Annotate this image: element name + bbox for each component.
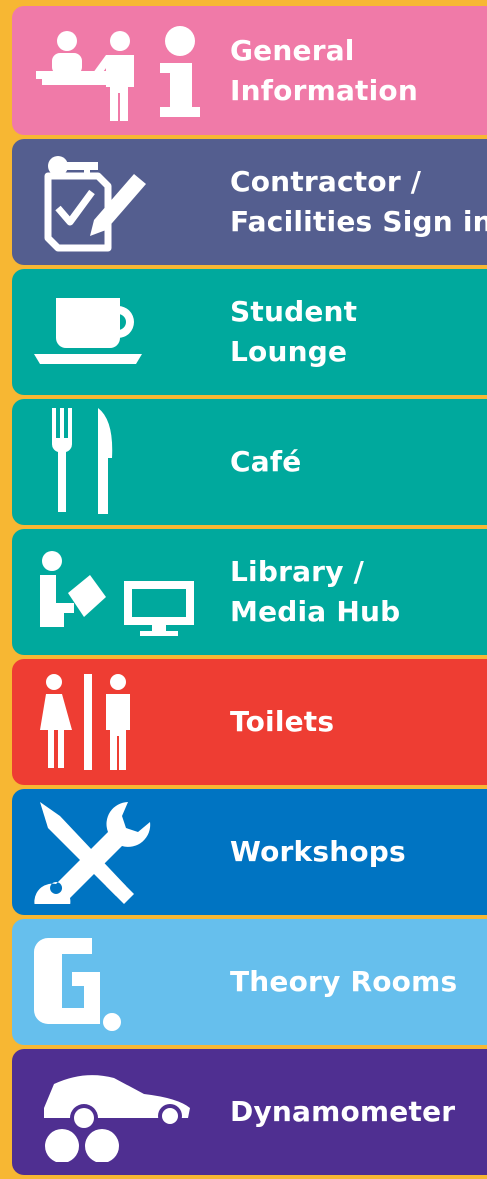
sign-student-lounge: Student Lounge	[12, 269, 487, 395]
tools-icon	[12, 789, 222, 915]
fork-knife-icon	[12, 399, 222, 525]
sign-dynamometer: Dynamometer	[12, 1049, 487, 1175]
sign-label: Café	[230, 445, 302, 478]
sign-theory-rooms: Theory Rooms	[12, 919, 487, 1045]
toilets-icon	[12, 659, 222, 785]
sign-workshops: Workshops	[12, 789, 487, 915]
sign-general-information: General Information	[12, 6, 487, 135]
sign-cafe: Café	[12, 399, 487, 525]
reader-computer-icon	[12, 529, 222, 655]
sign-label: General Information	[230, 33, 419, 107]
sign-label: Library / Media Hub	[230, 555, 401, 628]
clipboard-sign-in-icon	[12, 139, 222, 265]
coffee-cup-icon	[12, 269, 222, 395]
sign-label: Workshops	[230, 835, 406, 868]
sign-label: Contractor / Facilities Sign in	[230, 165, 487, 238]
sign-library-media-hub: Library / Media Hub	[12, 529, 487, 655]
sign-label: Toilets	[230, 705, 335, 738]
g-rooms-icon	[12, 919, 222, 1045]
sign-toilets: Toilets	[12, 659, 487, 785]
car-dyno-icon	[12, 1049, 222, 1175]
reception-info-icon	[12, 6, 222, 135]
sign-label: Student Lounge	[230, 295, 358, 368]
sign-contractor-facilities: Contractor / Facilities Sign in	[12, 139, 487, 265]
sign-label: Theory Rooms	[230, 965, 458, 998]
sign-label: Dynamometer	[230, 1095, 456, 1128]
